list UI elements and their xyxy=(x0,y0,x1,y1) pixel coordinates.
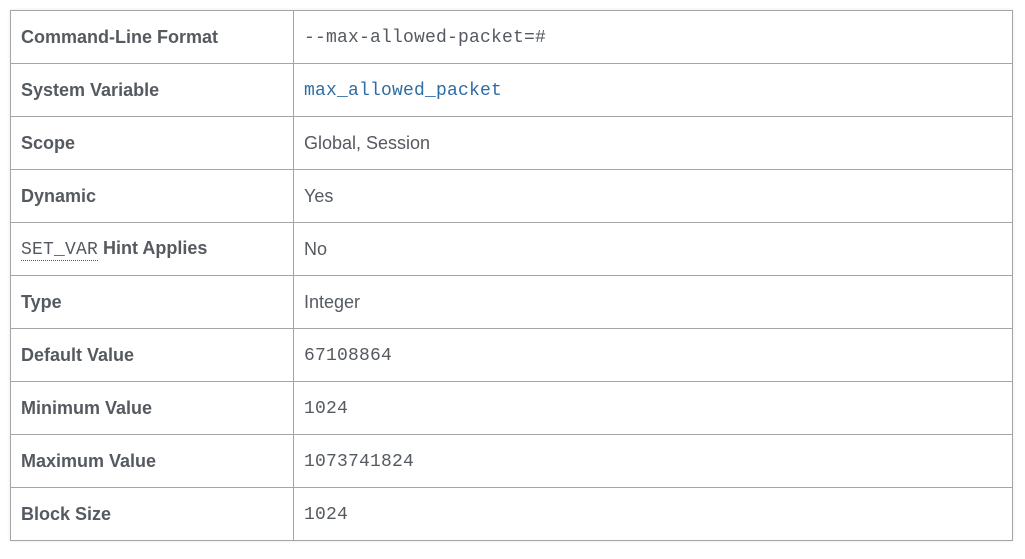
table-row: Default Value 67108864 xyxy=(11,329,1013,382)
row-value-set-var-hint: No xyxy=(294,223,1013,276)
row-label-default-value: Default Value xyxy=(11,329,294,382)
row-label-system-variable: System Variable xyxy=(11,64,294,117)
table-row: System Variable max_allowed_packet xyxy=(11,64,1013,117)
row-value-minimum-value: 1024 xyxy=(294,382,1013,435)
variable-properties-table: Command-Line Format --max-allowed-packet… xyxy=(10,10,1013,541)
row-value-block-size: 1024 xyxy=(294,488,1013,541)
table-row: Maximum Value 1073741824 xyxy=(11,435,1013,488)
row-value-system-variable: max_allowed_packet xyxy=(294,64,1013,117)
table-row: Block Size 1024 xyxy=(11,488,1013,541)
table-row: Minimum Value 1024 xyxy=(11,382,1013,435)
table-row: Command-Line Format --max-allowed-packet… xyxy=(11,11,1013,64)
row-value-type: Integer xyxy=(294,276,1013,329)
row-label-maximum-value: Maximum Value xyxy=(11,435,294,488)
table-row: Dynamic Yes xyxy=(11,170,1013,223)
row-label-minimum-value: Minimum Value xyxy=(11,382,294,435)
code-value: --max-allowed-packet=# xyxy=(304,28,546,48)
table-row: Type Integer xyxy=(11,276,1013,329)
row-label-set-var-hint: SET_VAR Hint Applies xyxy=(11,223,294,276)
code-value: 67108864 xyxy=(304,346,392,366)
table-row: SET_VAR Hint Applies No xyxy=(11,223,1013,276)
row-value-dynamic: Yes xyxy=(294,170,1013,223)
set-var-label-rest: Hint Applies xyxy=(98,238,207,258)
set-var-code: SET_VAR xyxy=(21,240,98,261)
row-value-scope: Global, Session xyxy=(294,117,1013,170)
table-row: Scope Global, Session xyxy=(11,117,1013,170)
row-value-default-value: 67108864 xyxy=(294,329,1013,382)
row-label-scope: Scope xyxy=(11,117,294,170)
code-value: 1024 xyxy=(304,399,348,419)
row-value-maximum-value: 1073741824 xyxy=(294,435,1013,488)
row-value-command-line-format: --max-allowed-packet=# xyxy=(294,11,1013,64)
row-label-dynamic: Dynamic xyxy=(11,170,294,223)
code-value: 1024 xyxy=(304,505,348,525)
row-label-type: Type xyxy=(11,276,294,329)
row-label-block-size: Block Size xyxy=(11,488,294,541)
row-label-command-line-format: Command-Line Format xyxy=(11,11,294,64)
code-value: 1073741824 xyxy=(304,452,414,472)
system-variable-link[interactable]: max_allowed_packet xyxy=(304,81,502,101)
